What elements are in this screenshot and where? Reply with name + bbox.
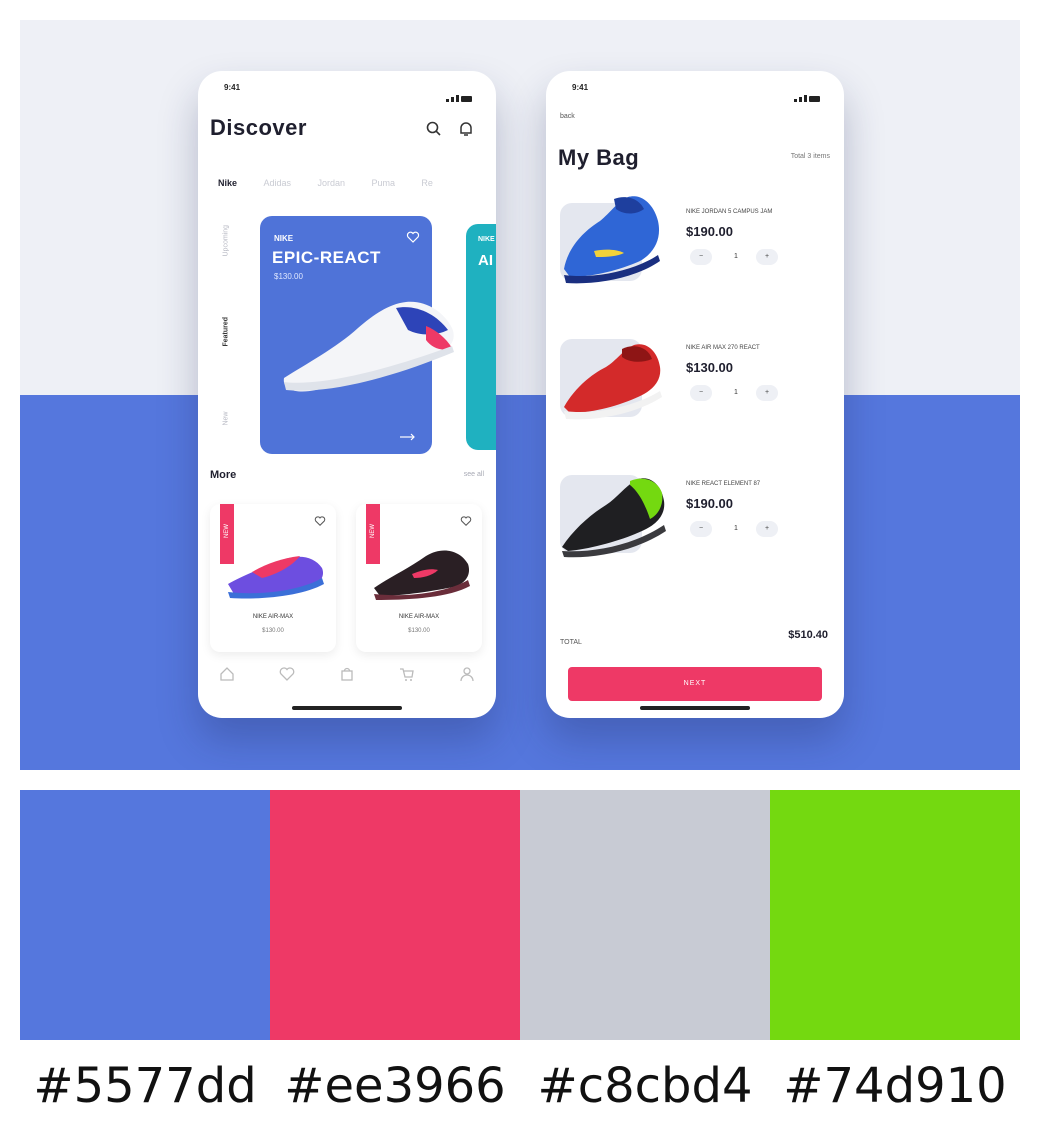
product-name: NIKE AIR-MAX [398, 614, 440, 620]
tab-more-brand[interactable]: Re [421, 178, 433, 188]
product-price: $130.00 [262, 628, 284, 634]
bag-phone: 9:41 back My Bag Total 3 items NIKE JORD… [546, 71, 844, 718]
tab-puma[interactable]: Puma [371, 178, 395, 188]
back-button[interactable]: back [560, 113, 575, 120]
bag-item: NIKE REACT ELEMENT 87 $190.00 − 1 + [560, 463, 830, 563]
product-name: NIKE REACT ELEMENT 87 [686, 481, 761, 487]
sneaker-image [554, 463, 672, 559]
hex-labels: #5577dd #ee3966 #c8cbd4 #74d910 [20, 1058, 1020, 1122]
home-indicator [640, 706, 750, 710]
profile-icon[interactable] [458, 665, 476, 683]
heart-icon[interactable] [460, 514, 472, 527]
next-card-brand: NIKE [478, 236, 495, 243]
swatch-gray [520, 790, 770, 1040]
quantity-stepper: − 1 + [686, 385, 786, 401]
section-title-more: More [210, 469, 237, 481]
background-bottom [20, 395, 1020, 770]
product-price: $130.00 [408, 628, 430, 634]
product-price: $130.00 [686, 360, 733, 375]
quantity-value: 1 [734, 253, 738, 260]
status-time: 9:41 [224, 83, 241, 92]
background-top [20, 20, 1020, 395]
heart-icon[interactable] [278, 665, 296, 683]
notification-icon[interactable] [456, 119, 476, 139]
total-label: TOTAL [560, 639, 582, 646]
product-name: NIKE AIR MAX 270 REACT [686, 345, 760, 351]
next-button[interactable]: NEXT [568, 667, 822, 701]
increase-button[interactable]: + [756, 385, 778, 401]
product-card[interactable]: NEW NIKE AIR-MAX $130.00 [356, 504, 482, 652]
home-indicator [292, 706, 402, 710]
color-palette [20, 790, 1020, 1040]
home-icon[interactable] [218, 665, 236, 683]
decrease-button[interactable]: − [690, 385, 712, 401]
product-name: NIKE AIR-MAX [252, 614, 294, 620]
swatch-pink [270, 790, 520, 1040]
bottom-tab-bar [198, 661, 496, 701]
status-bar: 9:41 [546, 71, 844, 105]
quantity-stepper: − 1 + [686, 521, 786, 537]
swatch-blue [20, 790, 270, 1040]
sneaker-image [276, 286, 461, 406]
hex-label-gray: #c8cbd4 [537, 1058, 753, 1114]
cart-icon[interactable] [398, 665, 416, 683]
app-mockup: 9:41 Discover Nike Adidas Jordan Puma Re… [20, 20, 1020, 770]
discover-phone: 9:41 Discover Nike Adidas Jordan Puma Re… [198, 71, 496, 718]
sneaker-image [554, 327, 672, 423]
search-icon[interactable] [424, 119, 444, 139]
status-icons [792, 84, 822, 102]
swatch-green [770, 790, 1020, 1040]
hex-label-blue: #5577dd [33, 1058, 257, 1114]
product-card[interactable]: NEW NIKE AIR-MAX $130.00 [210, 504, 336, 652]
brand-tabs: Nike Adidas Jordan Puma Re [218, 173, 496, 191]
tab-nike[interactable]: Nike [218, 178, 237, 188]
side-category-upcoming[interactable]: Upcoming [223, 225, 230, 257]
hero-price: $130.00 [274, 272, 303, 281]
increase-button[interactable]: + [756, 249, 778, 265]
item-count: Total 3 items [790, 153, 830, 160]
next-card-name: AI [478, 252, 493, 269]
total-value: $510.40 [788, 629, 828, 641]
tab-adidas[interactable]: Adidas [263, 178, 291, 188]
quantity-value: 1 [734, 389, 738, 396]
side-category-featured[interactable]: Featured [223, 317, 230, 347]
heart-icon[interactable] [406, 230, 420, 244]
side-category-list: Upcoming Featured New [218, 221, 234, 451]
tab-jordan[interactable]: Jordan [317, 178, 345, 188]
hex-label-green: #74d910 [783, 1058, 1007, 1114]
sneaker-image [554, 191, 672, 287]
bag-item: NIKE AIR MAX 270 REACT $130.00 − 1 + [560, 327, 830, 427]
bag-icon[interactable] [338, 665, 356, 683]
product-name: NIKE JORDAN 5 CAMPUS JAM [686, 209, 773, 215]
sneaker-image [368, 542, 474, 602]
hero-brand: NIKE [274, 234, 294, 243]
product-price: $190.00 [686, 496, 733, 511]
product-price: $190.00 [686, 224, 733, 239]
increase-button[interactable]: + [756, 521, 778, 537]
status-icons [444, 84, 474, 102]
hero-product-name: EPIC-REACT [272, 248, 381, 267]
status-bar: 9:41 [198, 71, 496, 105]
side-category-new[interactable]: New [223, 411, 230, 427]
bag-item: NIKE JORDAN 5 CAMPUS JAM $190.00 − 1 + [560, 191, 830, 291]
arrow-right-icon[interactable] [400, 428, 416, 441]
quantity-value: 1 [734, 525, 738, 532]
see-all-link[interactable]: see all [464, 471, 484, 478]
decrease-button[interactable]: − [690, 249, 712, 265]
quantity-stepper: − 1 + [686, 249, 786, 265]
page-title: My Bag [558, 145, 640, 170]
hex-label-pink: #ee3966 [284, 1058, 506, 1114]
status-time: 9:41 [572, 83, 589, 92]
decrease-button[interactable]: − [690, 521, 712, 537]
page-title: Discover [210, 115, 307, 140]
heart-icon[interactable] [314, 514, 326, 527]
next-product-card[interactable]: NIKE AI [466, 224, 496, 450]
sneaker-image [222, 542, 328, 602]
